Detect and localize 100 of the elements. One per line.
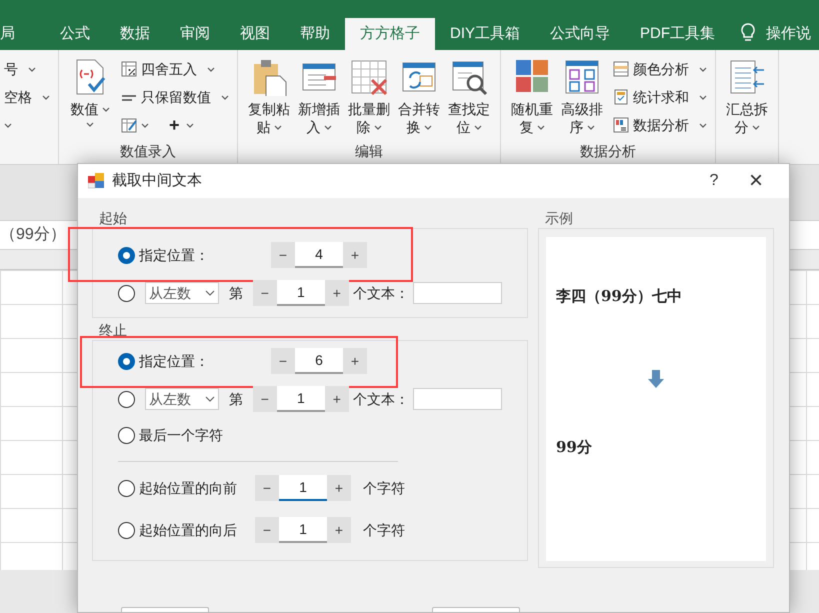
ribbon-button[interactable]: 复制粘 贴 [246, 58, 292, 136]
number-field[interactable]: 6 [295, 348, 343, 374]
caret-icon [752, 124, 760, 130]
increment-button[interactable]: + [324, 386, 349, 412]
caret-icon [474, 124, 482, 130]
ribbon-button[interactable]: 合并转 换 [396, 58, 442, 136]
caret-icon [86, 122, 94, 127]
ribbon-tab[interactable]: 公式 [45, 18, 105, 50]
list-arrows-icon [728, 58, 766, 96]
ribbon-button[interactable]: 空格 [4, 86, 50, 108]
text-field[interactable] [412, 282, 502, 304]
ribbon-tab[interactable]: 数据 [105, 18, 165, 50]
calculator-icon [613, 89, 629, 105]
caret-icon [324, 124, 332, 130]
caret-icon [141, 122, 149, 128]
caret-icon [4, 122, 12, 128]
option-label: 起始位置的向后 [139, 520, 238, 540]
radio-button[interactable] [118, 480, 135, 496]
group-label: 数据分析 [580, 142, 636, 161]
ribbon-tab[interactable]: PDF工具集 [625, 18, 730, 50]
decrement-button[interactable]: − [271, 242, 295, 268]
option-label: 个字符 [363, 478, 405, 498]
number-field[interactable]: 1 [279, 517, 327, 543]
caret-icon [374, 124, 382, 130]
caret-icon [186, 122, 194, 128]
caret-icon [536, 124, 544, 130]
lightbulb-icon [740, 23, 756, 43]
edit-table-button[interactable] [121, 117, 149, 133]
table-bars-icon [613, 117, 629, 133]
radio-button[interactable] [118, 390, 135, 408]
dropdown[interactable]: 从左数 [145, 282, 219, 304]
caret-icon [699, 94, 707, 100]
ribbon-tab[interactable]: 局 [0, 18, 45, 50]
radio-button[interactable] [118, 246, 135, 264]
result-text: 99分 [556, 436, 593, 458]
radio-button[interactable] [118, 352, 135, 370]
plus-button[interactable]: + [169, 112, 194, 138]
option-label: 个字符 [363, 520, 405, 540]
ribbon-tab[interactable]: 方方格子 [345, 18, 435, 50]
ribbon-button[interactable]: 四舍五入 [121, 58, 229, 80]
decrement-button[interactable]: − [271, 348, 295, 374]
increment-button[interactable]: + [327, 475, 351, 501]
ribbon-tab[interactable]: 视图 [225, 18, 285, 50]
caret-icon [221, 94, 229, 100]
radio-button[interactable] [118, 522, 135, 538]
number-field[interactable]: 1 [276, 280, 325, 306]
ribbon-button[interactable]: 批量删 除 [346, 58, 392, 136]
caret-icon [42, 94, 50, 100]
dropdown[interactable]: 从左数 [145, 388, 219, 410]
caret-icon [28, 66, 36, 72]
table-pencil-icon [121, 117, 137, 133]
help-button[interactable]: ? [699, 169, 729, 193]
radio-button[interactable] [118, 426, 135, 444]
option-label: 个文本： [352, 284, 409, 302]
down-arrow-icon [648, 370, 664, 388]
increment-button[interactable]: + [343, 348, 367, 374]
formula-text: （99分） [0, 225, 66, 245]
ribbon-button[interactable]: 随机重 复 [509, 58, 555, 136]
table-percent-icon [121, 61, 137, 77]
number-field[interactable]: 1 [276, 386, 325, 412]
caret-icon [699, 122, 707, 128]
ribbon-button[interactable]: 号 [4, 58, 50, 80]
ribbon-button[interactable]: 统计求和 [613, 86, 707, 108]
ribbon-button[interactable]: 高级排 序 [559, 58, 605, 136]
ribbon-tab[interactable]: DIY工具箱 [435, 18, 536, 50]
ribbon-button[interactable]: 新增插 入 [296, 58, 342, 136]
table-delete-icon [350, 58, 388, 96]
ribbon-button[interactable]: 只保留数值 [121, 86, 229, 108]
ribbon-button[interactable]: 查找定 位 [446, 58, 492, 136]
close-button[interactable]: × [741, 169, 771, 193]
option-label: 第 [228, 284, 243, 302]
option-label: 指定位置： [139, 246, 210, 264]
caret-icon [699, 66, 707, 72]
text-field[interactable] [412, 388, 502, 410]
radio-button[interactable] [118, 284, 135, 302]
decrement-button[interactable]: − [255, 475, 279, 501]
option-label: 最后一个字符 [139, 426, 223, 444]
ribbon-tab[interactable]: 公式向导 [535, 18, 626, 50]
increment-button[interactable]: + [324, 280, 349, 306]
decrement-button[interactable]: − [252, 280, 277, 306]
ribbon-button[interactable]: 汇总拆 分 [724, 58, 770, 136]
ribbon-button[interactable]: 数值 [67, 58, 113, 127]
group-legend: 起始 [99, 210, 127, 226]
increment-button[interactable]: + [327, 517, 351, 543]
ribbon-button[interactable]: 颜色分析 [613, 58, 707, 80]
ribbon-tab[interactable]: 审阅 [165, 18, 225, 50]
group-label: 数值录入 [120, 142, 176, 161]
decrement-button[interactable]: − [252, 386, 277, 412]
increment-button[interactable]: + [343, 242, 367, 268]
decrement-button[interactable]: − [255, 517, 279, 543]
dialog-title: 截取中间文本 [112, 170, 203, 191]
number-field[interactable]: 4 [295, 242, 343, 268]
tell-me-search[interactable]: 操作说 [756, 18, 812, 50]
group-legend: 终止 [99, 322, 127, 338]
ribbon-tab[interactable]: 帮助 [285, 18, 345, 50]
option-label: 个文本： [352, 390, 409, 408]
source-text: 李四（99分）七中 [556, 286, 683, 307]
number-field[interactable]: 1 [279, 475, 327, 501]
caret-icon [586, 124, 594, 130]
ribbon-button[interactable]: 数据分析 [613, 114, 707, 136]
